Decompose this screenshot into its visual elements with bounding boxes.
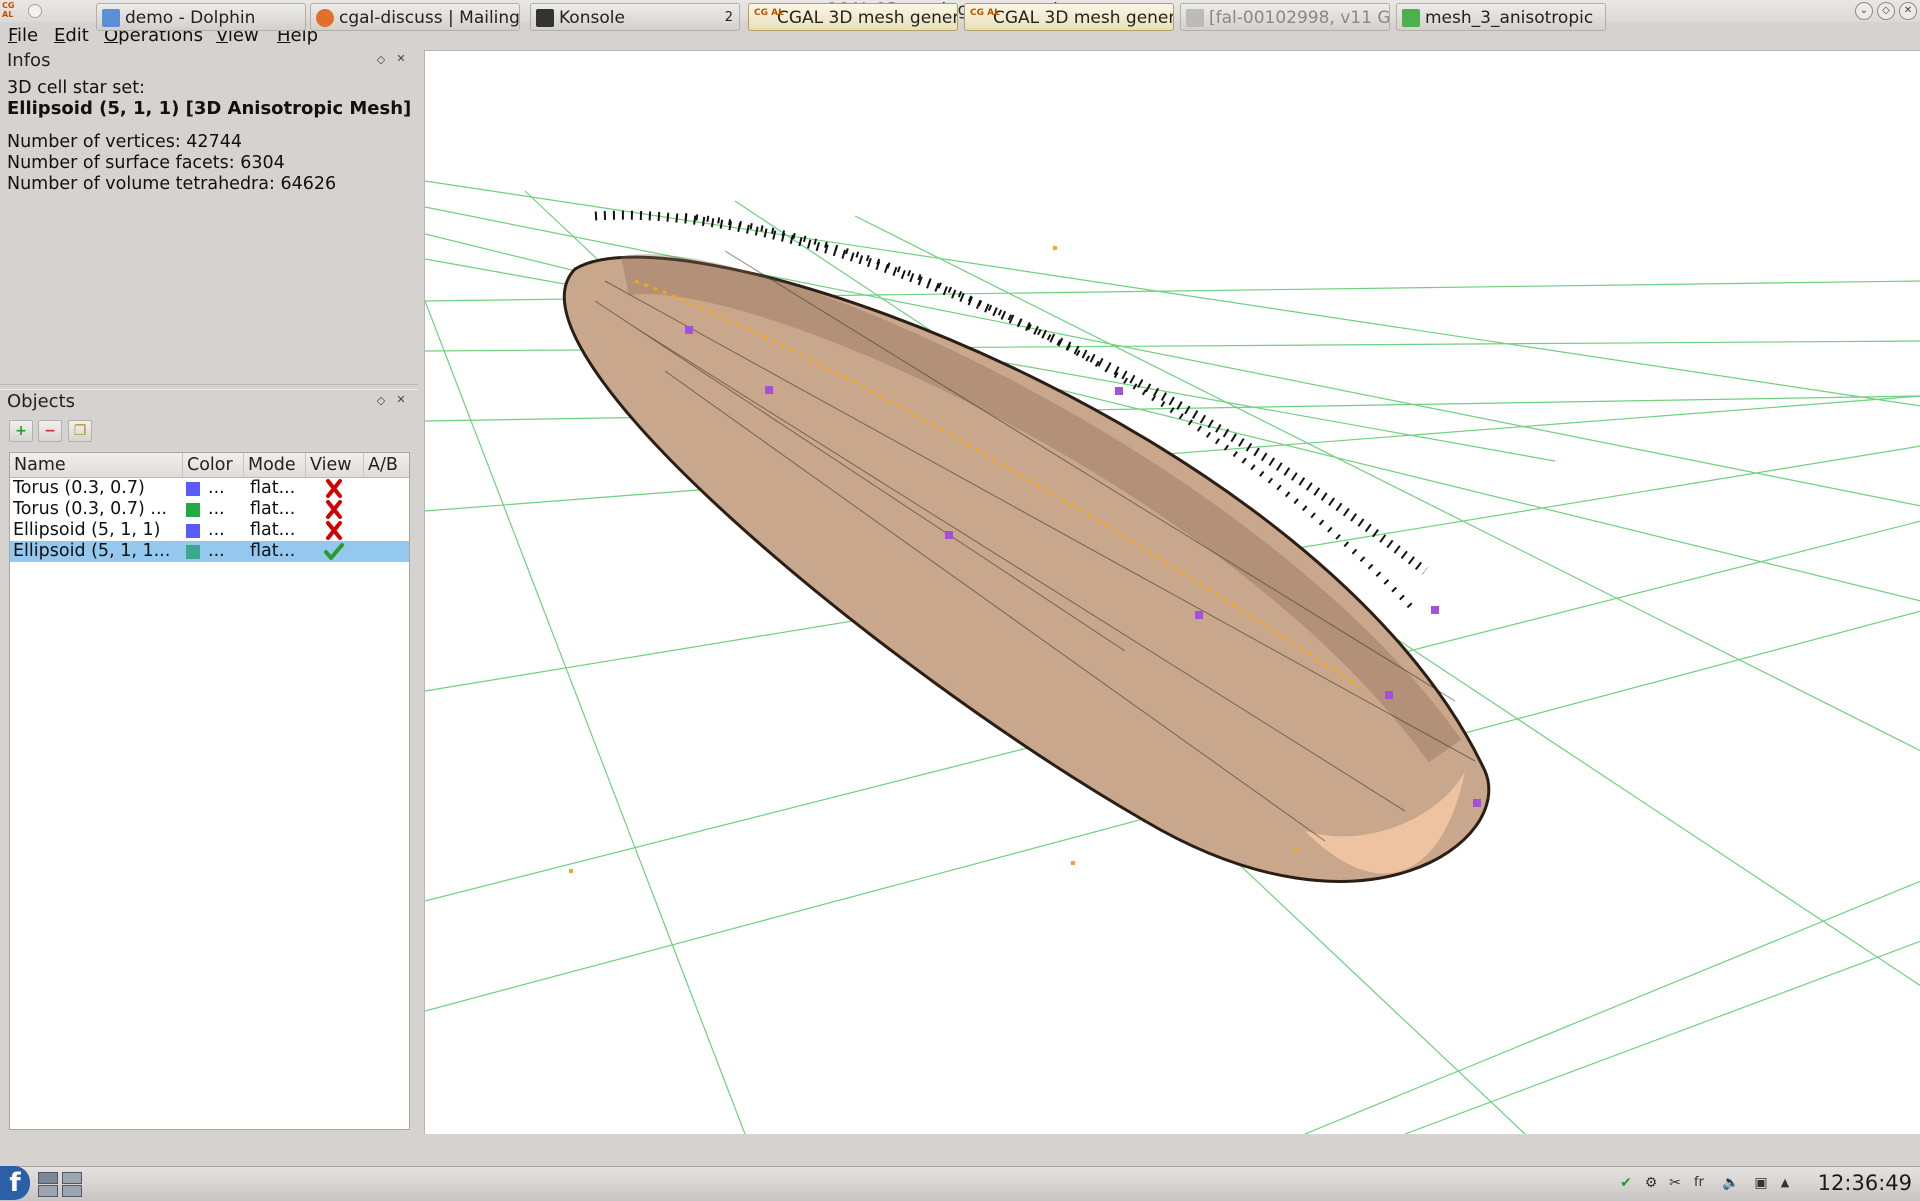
keyboard-layout[interactable]: fr	[1690, 1174, 1708, 1192]
row-mode[interactable]: flat...	[250, 520, 295, 541]
color-swatch[interactable]	[186, 545, 200, 559]
table-row[interactable]: Ellipsoid (5, 1, 1) ... flat...	[10, 520, 409, 541]
network-icon[interactable]: ▣	[1752, 1174, 1770, 1192]
minimize-icon[interactable]: ⌄	[1855, 2, 1873, 20]
gear-icon[interactable]: ⚙	[1642, 1174, 1660, 1192]
row-mode[interactable]: flat...	[250, 478, 295, 499]
task-label: [fal-00102998, v11 G4	[1209, 8, 1390, 28]
row-mode[interactable]: flat...	[250, 499, 295, 520]
duplicate-object-icon[interactable]: ❐	[68, 420, 92, 442]
editor-icon	[1402, 9, 1420, 27]
row-name: Torus (0.3, 0.7) ...	[13, 499, 168, 519]
objects-table: Name Color Mode View A/B Torus (0.3, 0.7…	[9, 452, 410, 1130]
hidden-x-icon[interactable]	[323, 478, 345, 499]
menu-file-label: ile	[17, 25, 39, 46]
row-color-label: ...	[208, 499, 225, 519]
row-color-label: ...	[208, 520, 225, 540]
col-view[interactable]: View	[306, 453, 364, 477]
desktop-3-icon[interactable]	[38, 1185, 58, 1197]
desktop-2-icon[interactable]	[62, 1172, 82, 1184]
maximize-icon[interactable]: ◇	[1877, 2, 1895, 20]
col-mode[interactable]: Mode	[244, 453, 306, 477]
task-label: Konsole	[559, 8, 625, 28]
dock-float-icon[interactable]: ◇	[375, 53, 387, 66]
row-name: Ellipsoid (5, 1, 1)	[13, 520, 161, 540]
dock-float-icon[interactable]: ◇	[375, 394, 387, 407]
infos-vertices: Number of vertices: 42744	[7, 132, 242, 152]
folder-icon	[102, 9, 120, 27]
row-name: Torus (0.3, 0.7)	[13, 478, 145, 498]
task-dolphin[interactable]: demo - Dolphin	[96, 3, 306, 31]
start-menu-icon[interactable]: f	[0, 1166, 30, 1200]
col-ab[interactable]: A/B	[364, 453, 409, 477]
add-object-icon[interactable]: +	[9, 420, 33, 442]
3d-viewport[interactable]	[424, 50, 1920, 1134]
close-icon[interactable]: ✕	[1899, 2, 1917, 20]
desktop-1-icon[interactable]	[38, 1172, 58, 1184]
menu-edit[interactable]: Edit	[50, 24, 93, 48]
hidden-x-icon[interactable]	[323, 520, 345, 541]
hidden-x-icon[interactable]	[323, 499, 345, 520]
row-color-label: ...	[208, 541, 225, 561]
row-color-label: ...	[208, 478, 225, 498]
cgal-icon: CG AL	[754, 8, 784, 18]
visible-check-icon[interactable]	[323, 541, 345, 562]
infos-panel: 3D cell star set: Ellipsoid (5, 1, 1) [3…	[0, 72, 418, 382]
table-row-selected[interactable]: Ellipsoid (5, 1, 1... ... flat...	[10, 541, 409, 562]
color-swatch[interactable]	[186, 482, 200, 496]
mesh-render	[425, 180, 1920, 1134]
color-swatch[interactable]	[186, 503, 200, 517]
tray-expand-icon[interactable]: ▲	[1776, 1174, 1794, 1192]
infos-dock-title: Infos	[7, 50, 51, 71]
document-icon	[1186, 9, 1204, 27]
task-label: CGAL 3D mesh genera	[993, 8, 1174, 28]
ellipsoid-mesh	[562, 250, 1491, 883]
menu-file-mnemonic: F	[8, 25, 18, 46]
terminal-icon	[536, 9, 554, 27]
cgal-icon: CG AL	[970, 8, 1000, 18]
col-color[interactable]: Color	[183, 453, 244, 477]
infos-facets: Number of surface facets: 6304	[7, 153, 285, 173]
dock-splitter[interactable]	[0, 384, 418, 390]
task-label: CGAL 3D mesh genera	[777, 8, 958, 28]
volume-icon[interactable]: 🔈	[1722, 1174, 1740, 1192]
task-cgal-1[interactable]: CG AL CGAL 3D mesh genera	[748, 3, 958, 31]
color-swatch[interactable]	[186, 524, 200, 538]
clock[interactable]: 12:36:49	[1818, 1168, 1912, 1198]
task-label: cgal-discuss | Mailing L	[339, 8, 520, 28]
infos-line-type: 3D cell star set:	[7, 78, 145, 98]
menu-file[interactable]: File	[4, 24, 42, 48]
row-name: Ellipsoid (5, 1, 1...	[13, 541, 171, 561]
task-konsole[interactable]: Konsole 2	[530, 3, 740, 31]
task-document[interactable]: [fal-00102998, v11 G4	[1180, 3, 1390, 31]
dock-close-icon[interactable]: ✕	[395, 52, 407, 65]
row-mode[interactable]: flat...	[250, 541, 295, 562]
menu-edit-label: dit	[65, 25, 89, 46]
task-firefox[interactable]: cgal-discuss | Mailing L	[310, 3, 520, 31]
dock-close-icon[interactable]: ✕	[395, 393, 407, 406]
table-row[interactable]: Torus (0.3, 0.7) ... ... flat...	[10, 499, 409, 520]
infos-tetrahedra: Number of volume tetrahedra: 64626	[7, 174, 337, 194]
objects-table-header: Name Color Mode View A/B	[10, 453, 409, 478]
task-label: demo - Dolphin	[125, 8, 256, 28]
menu-edit-mnemonic: E	[54, 25, 66, 46]
task-count: 2	[724, 10, 733, 25]
col-name[interactable]: Name	[10, 453, 183, 477]
table-row[interactable]: Torus (0.3, 0.7) ... flat...	[10, 478, 409, 499]
objects-dock-title: Objects	[7, 391, 76, 412]
infos-line-object: Ellipsoid (5, 1, 1) [3D Anisotropic Mesh…	[7, 98, 412, 119]
desktop-4-icon[interactable]	[62, 1185, 82, 1197]
task-editor[interactable]: mesh_3_anisotropic	[1396, 3, 1606, 31]
task-cgal-2[interactable]: CG AL CGAL 3D mesh genera	[964, 3, 1174, 31]
remove-object-icon[interactable]: −	[38, 420, 62, 442]
scissors-icon[interactable]: ✂	[1666, 1174, 1684, 1192]
firefox-icon	[316, 9, 334, 27]
update-check-icon[interactable]: ✔	[1617, 1174, 1635, 1192]
task-label: mesh_3_anisotropic	[1425, 8, 1594, 28]
